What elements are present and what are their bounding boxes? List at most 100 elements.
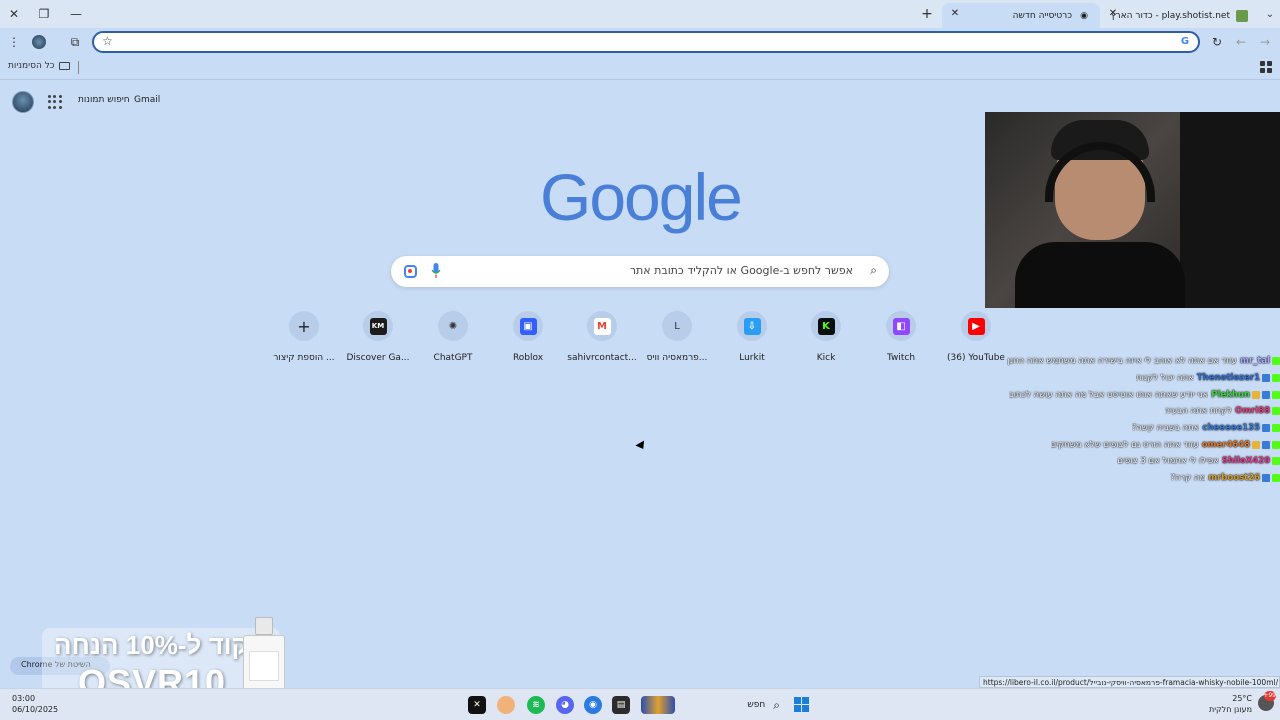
twitch-icon: ◧ <box>892 317 910 335</box>
chat-text: אתה יכול לקנות <box>1135 373 1194 384</box>
chat-badge-icon <box>1252 440 1260 449</box>
reload-icon[interactable]: ↻ <box>1207 32 1227 52</box>
shortcut-icon-circle: L <box>662 311 692 341</box>
shortcut-tile[interactable]: L פרמאסיה וויס... <box>640 311 714 371</box>
google-logo: Google <box>540 160 743 234</box>
chat-text: לקחת אתה הבעיה <box>1164 406 1232 417</box>
chat-message: לקחת אתה הבעיה Omri88 <box>1001 403 1280 420</box>
taskbar-banner-icon[interactable] <box>641 696 675 714</box>
tab-title: play.shotist.net - כדור הארץ <box>1110 10 1230 21</box>
chat-text: עזוד אתה הורס גם לצופים שלא משחקים <box>1050 439 1199 450</box>
shortcut-icon-circle: ▶ <box>961 311 991 341</box>
tab-strip: ✕ ❐ — + ◉ כרטיסייה חדשה ✕ play.shotist.n… <box>0 0 1280 28</box>
close-window-icon[interactable]: ✕ <box>0 4 28 24</box>
close-tab-icon[interactable]: ✕ <box>1106 8 1120 22</box>
roblox-icon: ▣ <box>519 317 537 335</box>
shortcut-label: Discover Ga... <box>346 353 410 363</box>
chat-message: אפילו לי אתמול אם 3 צופים ShiloX420 <box>1001 453 1280 470</box>
chrome-icon[interactable]: ◉ <box>584 696 602 714</box>
tab-shotist[interactable]: play.shotist.net - כדור הארץ ✕ <box>1100 3 1258 28</box>
windows-start-icon[interactable] <box>794 697 809 712</box>
date-text: 06/10/2025 <box>12 705 59 714</box>
chat-badge-icon <box>1272 424 1280 433</box>
minimize-window-icon[interactable]: — <box>62 4 90 24</box>
taskbar-search-label: חפש <box>747 700 766 710</box>
chat-badge-icon <box>1272 374 1280 383</box>
chat-badge-icon <box>1272 440 1280 449</box>
stream-chat-overlay: עזוד אם אתה לא אוהב לי איזה בישירה אתה מ… <box>1001 353 1280 487</box>
shortcut-icon-circle: ✺ <box>438 311 468 341</box>
google-lens-icon[interactable] <box>404 265 417 278</box>
folder-icon <box>58 62 70 70</box>
chat-text: עזוד אם אתה לא אוהב לי איזה בישירה אתה מ… <box>1007 356 1237 367</box>
status-bar-url: https://libero-il.co.il/product/פרמאסיה-… <box>979 676 1280 688</box>
account-avatar[interactable] <box>12 91 34 113</box>
chat-text: אני יודע שאתה אותו אוטיסט אבל מה אתה עוש… <box>1008 389 1209 400</box>
chat-username: ShiloX420 <box>1221 456 1270 467</box>
shortcut-tile[interactable]: ◧ Twitch <box>864 311 938 371</box>
address-bar[interactable]: ☆ G <box>92 31 1200 53</box>
shortcut-icon-circle: ⇩ <box>737 311 767 341</box>
shortcut-tile[interactable]: KM Discover Ga... <box>341 311 415 371</box>
bookmark-star-icon[interactable]: ☆ <box>102 34 113 48</box>
profile-icon[interactable] <box>29 32 49 52</box>
shortcut-tile[interactable]: Msahivrcontact... <box>565 311 639 371</box>
game-app-icon[interactable] <box>497 696 515 714</box>
tab-new-tab[interactable]: ◉ כרטיסייה חדשה ✕ <box>942 3 1100 28</box>
taskbar-search[interactable]: ⌕ חפש <box>676 696 784 714</box>
webcam-overlay <box>985 112 1280 308</box>
shortcut-tile[interactable]: ✺ ChatGPT <box>416 311 490 371</box>
file-explorer-icon[interactable]: ▤ <box>612 696 630 714</box>
back-icon[interactable]: → <box>1255 32 1275 52</box>
chat-text: אתה בשביה קשה? <box>1131 423 1200 434</box>
new-tab-button[interactable]: + <box>918 5 936 23</box>
google-apps-icon[interactable] <box>48 95 62 109</box>
shortcut-tile[interactable]: + הוספת קיצור ... <box>267 311 341 371</box>
shortcut-icon-circle: + <box>289 311 319 341</box>
chat-message: אתה בשביה קשה? cheeeee135 <box>1001 420 1280 437</box>
chat-text: מה קרה? <box>1170 473 1206 484</box>
shortcut-label: Roblox <box>512 353 544 363</box>
chat-username: mrboost26 <box>1208 473 1260 484</box>
menu-icon[interactable]: ⋮ <box>4 32 24 52</box>
chat-message: עזוד אתה הורס גם לצופים שלא משחקים omer46… <box>1001 436 1280 453</box>
spotify-icon[interactable]: ≋ <box>527 696 545 714</box>
forward-icon[interactable]: ← <box>1231 32 1251 52</box>
notification-badge: 99+ <box>1263 691 1276 701</box>
all-bookmarks-button[interactable]: כל הסימניות <box>8 61 70 71</box>
images-link[interactable]: חיפוש תמונות <box>78 95 130 105</box>
restore-window-icon[interactable]: ❐ <box>30 4 58 24</box>
taskbar-clock[interactable]: 03:00 06/10/2025 <box>12 693 58 715</box>
close-tab-icon[interactable]: ✕ <box>948 8 962 22</box>
chat-badges <box>1250 440 1280 449</box>
chat-username: cheeeee135 <box>1202 423 1260 434</box>
chat-badge-icon <box>1262 390 1270 399</box>
shortcut-tile[interactable]: ▣ Roblox <box>491 311 565 371</box>
shield-icon[interactable]: ⌄ <box>1260 4 1280 24</box>
chrome-icon: ◉ <box>1080 10 1088 21</box>
chat-badges <box>1260 374 1280 383</box>
promo-headline: קוד ל-10% הנחה <box>54 630 249 660</box>
shortcut-tile[interactable]: ⇩ Lurkit <box>715 311 789 371</box>
shortcut-label: Twitch <box>886 353 916 363</box>
shortcut-label: sahivrcontact... <box>567 353 637 363</box>
shortcut-tile[interactable]: K Kick <box>789 311 863 371</box>
google-lens-icon[interactable]: G <box>1178 35 1192 49</box>
address-input[interactable] <box>122 35 1162 50</box>
apps-shortcut-icon[interactable] <box>1260 61 1272 73</box>
search-box[interactable]: אפשר לחפש ב-Google או להקליד כתובת אתר ⌕ <box>391 256 889 287</box>
capcut-icon[interactable]: ✕ <box>468 696 486 714</box>
search-icon: ⌕ <box>870 263 877 277</box>
weather-widget[interactable]: 99+ 25°C מעונן חלקית <box>1198 691 1278 715</box>
chat-badge-icon <box>1272 357 1280 366</box>
shortcut-label: Lurkit <box>739 353 765 363</box>
chat-username: mr_tal <box>1239 356 1270 367</box>
microphone-icon[interactable] <box>431 263 441 279</box>
extensions-icon[interactable]: ⧉ <box>65 32 85 52</box>
discord-icon[interactable]: ◕ <box>556 696 574 714</box>
chat-badges <box>1270 407 1280 416</box>
chat-badge-icon <box>1262 424 1270 433</box>
chat-badge-icon <box>1272 390 1280 399</box>
shortcut-icon-circle: KM <box>363 311 393 341</box>
gmail-link[interactable]: Gmail <box>134 95 160 105</box>
